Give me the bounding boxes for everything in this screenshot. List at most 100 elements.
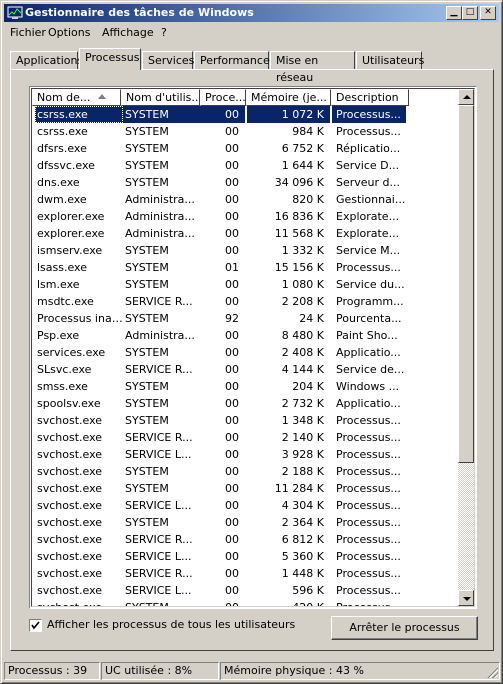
process-row[interactable]: explorer.exe Administra... 00 11 568 K Explo… [32, 225, 462, 242]
process-row[interactable]: svchost.exe SERVICE R... 00 2 140 K Processu… [32, 429, 462, 446]
process-row[interactable]: smss.exe SYSTEM 00 204 K Windows ... [32, 378, 462, 395]
process-row[interactable]: dwm.exe Administra... 00 820 K Gestionnai... [32, 191, 462, 208]
cell-user-name: SYSTEM [125, 516, 169, 529]
menu-help[interactable]: ? [161, 26, 167, 39]
cell-user-name: SYSTEM [125, 176, 169, 189]
cell-image-name: dwm.exe [37, 193, 87, 206]
minimize-icon: ▁ [450, 7, 458, 17]
cell-user-name: SYSTEM [125, 465, 169, 478]
cell-user-name: SERVICE L... [125, 499, 192, 512]
show-all-users-checkbox[interactable] [29, 619, 42, 632]
process-row[interactable]: Processus inac... SYSTEM 92 24 K Pourcenta..… [32, 310, 462, 327]
tab-applications[interactable]: Applications [10, 51, 83, 69]
minimize-button[interactable]: ▁ [446, 6, 462, 20]
col-description-header-label: Description [336, 91, 399, 104]
cell-description: Processus... [336, 516, 401, 529]
cell-memory: 2 732 K [281, 397, 324, 410]
cell-description: Service D... [336, 159, 400, 172]
scroll-up-button[interactable] [458, 89, 474, 105]
process-row[interactable]: svchost.exe SYSTEM 00 2 188 K Processus... [32, 463, 462, 480]
process-row[interactable]: csrss.exe SYSTEM 00 984 K Processus... [32, 123, 462, 140]
cell-memory: 2 408 K [281, 346, 324, 359]
arrow-down-icon [463, 597, 471, 601]
scroll-thumb[interactable] [458, 105, 474, 463]
end-process-button[interactable]: Arrêter le processus [331, 616, 478, 640]
process-row[interactable]: lsm.exe SYSTEM 00 1 080 K Service du... [32, 276, 462, 293]
tab-processus[interactable]: Processus [79, 48, 141, 70]
cell-user-name: SYSTEM [123, 599, 201, 606]
resize-grip-icon[interactable] [486, 666, 498, 678]
col-image-name-header[interactable]: Nom de... [32, 89, 121, 106]
menu-options[interactable]: Options [48, 26, 90, 39]
process-row[interactable]: csrss.exe SYSTEM 00 1 072 K Processus... [32, 106, 462, 123]
process-row[interactable]: dfssvc.exe SYSTEM 00 1 644 K Service D... [32, 157, 462, 174]
menu-fichier[interactable]: Fichier [10, 26, 46, 39]
close-button[interactable]: ✕ [480, 6, 496, 20]
process-row[interactable]: spoolsv.exe SYSTEM 00 2 732 K Applicatio... [32, 395, 462, 412]
process-row[interactable]: svchost.exe SYSTEM 00 11 284 K Processus... [32, 480, 462, 497]
cell-image-name: csrss.exe [35, 106, 123, 123]
cell-cpu: 00 [225, 431, 239, 444]
cell-description: Réplicatio... [336, 142, 401, 155]
process-row[interactable]: lsass.exe SYSTEM 01 15 156 K Processus... [32, 259, 462, 276]
process-row[interactable]: dfsrs.exe SYSTEM 00 6 752 K Réplicatio... [32, 140, 462, 157]
tab-performances[interactable]: Performances [194, 51, 275, 69]
process-row[interactable]: svchost.exe SYSTEM 00 2 364 K Processus... [32, 514, 462, 531]
process-row[interactable]: services.exe SYSTEM 00 2 408 K Applicatio... [32, 344, 462, 361]
col-memory-header[interactable]: Mémoire (je... [246, 89, 331, 106]
maximize-button[interactable]: □ [462, 6, 478, 20]
show-all-users-label[interactable]: Afficher les processus de tous les utili… [47, 618, 295, 631]
process-row[interactable]: svchost.exe SERVICE L... 00 5 360 K Processu… [32, 548, 462, 565]
cell-memory: 6 812 K [281, 533, 324, 546]
cell-memory: 420 K [247, 599, 330, 606]
vertical-scrollbar[interactable] [458, 89, 474, 606]
cell-description: Processus... [336, 550, 401, 563]
cell-description: Applicatio... [336, 346, 401, 359]
process-row[interactable]: svchost.exe SERVICE R... 00 1 448 K Processu… [32, 565, 462, 582]
cell-cpu: 00 [225, 397, 239, 410]
cell-description: Service M... [336, 244, 401, 257]
menu-affichage[interactable]: Affichage [102, 26, 154, 39]
process-row[interactable]: svchost.exe SERVICE L... 00 596 K Processus.… [32, 582, 462, 599]
cell-description: Service du... [336, 278, 405, 291]
cell-cpu: 00 [225, 567, 239, 580]
process-row[interactable]: msdtc.exe SERVICE R... 00 2 208 K Programm..… [32, 293, 462, 310]
process-row[interactable]: svchost.exe SERVICE R... 00 6 812 K Processu… [32, 531, 462, 548]
process-row[interactable]: svchost.exe SERVICE L... 00 3 928 K Processu… [32, 446, 462, 463]
cell-image-name: svchost.exe [37, 533, 103, 546]
col-description-header[interactable]: Description [331, 89, 409, 106]
cell-user-name: SYSTEM [125, 397, 169, 410]
col-cpu-header[interactable]: Proce... [200, 89, 246, 106]
cell-user-name: SYSTEM [125, 142, 169, 155]
cell-cpu: 00 [225, 278, 239, 291]
process-row[interactable]: svchost.exe SYSTEM 00 1 348 K Processus... [32, 412, 462, 429]
cell-memory: 2 364 K [281, 516, 324, 529]
cell-user-name: Administra... [125, 227, 195, 240]
cell-cpu: 01 [225, 261, 239, 274]
cell-image-name: svchost.exe [37, 567, 103, 580]
cell-cpu: 00 [225, 363, 239, 376]
cell-description: Processus... [336, 465, 401, 478]
col-user-name-header[interactable]: Nom d'utilis... [121, 89, 200, 106]
cell-description: Processus... [336, 499, 401, 512]
process-row[interactable]: svchost.exeSYSTEM00420 KProcessus... [32, 599, 462, 606]
process-row[interactable]: explorer.exe Administra... 00 16 836 K Explo… [32, 208, 462, 225]
close-icon: ✕ [484, 7, 492, 17]
cell-description: Paint Sho... [336, 329, 398, 342]
process-row[interactable]: Psp.exe Administra... 00 8 480 K Paint Sho..… [32, 327, 462, 344]
tab-mise-en-réseau[interactable]: Mise en réseau [270, 51, 355, 84]
process-row[interactable]: ismserv.exe SYSTEM 00 1 332 K Service M... [32, 242, 462, 259]
task-manager-icon [7, 6, 23, 19]
title-bar[interactable]: Gestionnaire des tâches de Windows ▁ □ ✕ [4, 4, 499, 22]
cell-cpu: 00 [225, 159, 239, 172]
tab-services[interactable]: Services [142, 51, 194, 69]
tab-utilisateurs[interactable]: Utilisateurs [356, 51, 424, 69]
cell-cpu: 00 [225, 533, 239, 546]
process-row[interactable]: SLsvc.exe SERVICE R... 00 4 144 K Service de… [32, 361, 462, 378]
cell-image-name: dns.exe [37, 176, 80, 189]
process-list[interactable]: Nom de... Nom d'utilis... Proce... Mémoire … [29, 86, 477, 609]
scroll-down-button[interactable] [458, 590, 474, 606]
cell-description: Pourcenta... [336, 312, 402, 325]
process-row[interactable]: dns.exe SYSTEM 00 34 096 K Serveur d... [32, 174, 462, 191]
process-row[interactable]: svchost.exe SERVICE L... 00 4 304 K Processu… [32, 497, 462, 514]
